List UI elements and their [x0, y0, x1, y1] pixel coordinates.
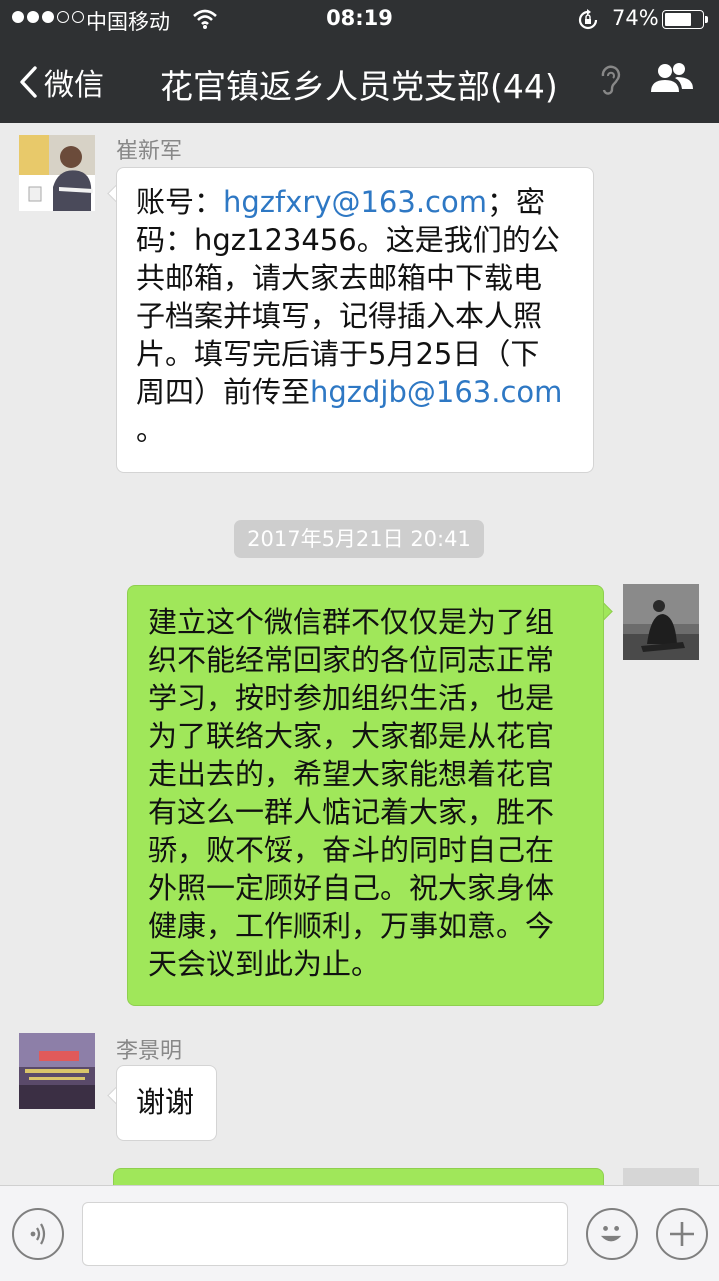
back-label: 微信	[44, 68, 104, 103]
message-line: 外照一定顾好自己。祝大家身体	[148, 871, 555, 905]
text-segment: 周四）前传至	[136, 375, 311, 409]
message-line: 骄，败不馁，奋斗的同时自己在	[148, 833, 555, 867]
battery-percent: 74%	[612, 6, 659, 30]
email-link[interactable]: hgzdjb@163.com	[310, 375, 562, 409]
message-line: 学习，按时参加组织生活，也是	[148, 681, 555, 715]
message-line: 。	[136, 413, 166, 447]
message-line: 子档案并填写，记得插入本人照	[136, 299, 543, 333]
battery-icon	[662, 10, 708, 29]
emoji-button[interactable]	[586, 1208, 638, 1260]
input-bar	[0, 1185, 719, 1281]
message-line: 为了联络大家，大家都是从花官	[148, 719, 555, 753]
text-segment: 账号：	[136, 185, 224, 219]
avatar-cui-xinjun[interactable]	[19, 135, 95, 211]
message-line: 健康，工作顺利，万事如意。今	[148, 909, 555, 943]
avatar-self[interactable]	[623, 584, 699, 660]
message-line: 账号：hgzfxry@163.com；密	[136, 183, 574, 221]
avatar-li-jingming[interactable]	[19, 1033, 95, 1109]
message-line: 建立这个微信群不仅仅是为了组	[148, 605, 555, 639]
message-bubble-self-partial[interactable]	[113, 1168, 604, 1185]
top-bar: 中国移动 08:19 74% 微信 花官镇返乡人员党支部(44)	[0, 0, 719, 123]
message-bubble-self[interactable]: 建立这个微信群不仅仅是为了组 织不能经常回家的各位同志正常 学习，按时参加组织生…	[127, 585, 604, 1006]
message-bubble[interactable]: 谢谢	[116, 1065, 217, 1141]
chat-area[interactable]: 崔新军 账号：hgzfxry@163.com；密 码：hgz123456。这是我…	[0, 123, 719, 1185]
more-button[interactable]	[656, 1208, 708, 1260]
message-line: 织不能经常回家的各位同志正常	[148, 643, 555, 677]
email-link[interactable]: hgzfxry@163.com	[223, 185, 487, 219]
message-line: 共邮箱，请大家去邮箱中下载电	[136, 261, 543, 295]
message-line: 片。填写完后请于5月25日（下	[136, 337, 540, 371]
message-line: 有这么一群人惦记着大家，胜不	[148, 795, 555, 829]
sender-name: 李景明	[116, 1039, 183, 1064]
sender-name: 崔新军	[116, 139, 183, 164]
message-line: 谢谢	[136, 1085, 195, 1119]
message-bubble[interactable]: 账号：hgzfxry@163.com；密 码：hgz123456。这是我们的公 …	[116, 167, 594, 473]
status-bar: 中国移动 08:19 74%	[0, 0, 719, 40]
message-line: 周四）前传至hgzdjb@163.com	[136, 373, 574, 411]
chevron-left-icon	[20, 66, 37, 98]
back-button[interactable]: 微信	[18, 60, 104, 104]
voice-icon	[30, 1223, 46, 1245]
voice-button[interactable]	[12, 1208, 64, 1260]
message-line: 走出去的，希望大家能想着花官	[148, 757, 555, 791]
message-input[interactable]	[82, 1202, 568, 1266]
chat-title: 花官镇返乡人员党支部(44)	[160, 67, 558, 106]
plus-icon	[670, 1222, 694, 1246]
text-segment: ；密	[487, 185, 546, 219]
rotation-lock-icon	[576, 8, 600, 37]
ear-icon	[598, 64, 622, 100]
avatar-self-partial[interactable]	[623, 1168, 699, 1185]
message-line: 码：hgz123456。这是我们的公	[136, 223, 560, 257]
timestamp-badge: 2017年5月21日 20:41	[234, 520, 484, 558]
emoji-icon	[600, 1226, 622, 1242]
nav-bar: 微信 花官镇返乡人员党支部(44)	[0, 40, 719, 123]
group-members-icon[interactable]	[648, 60, 696, 100]
message-line: 天会议到此为止。	[148, 947, 381, 981]
